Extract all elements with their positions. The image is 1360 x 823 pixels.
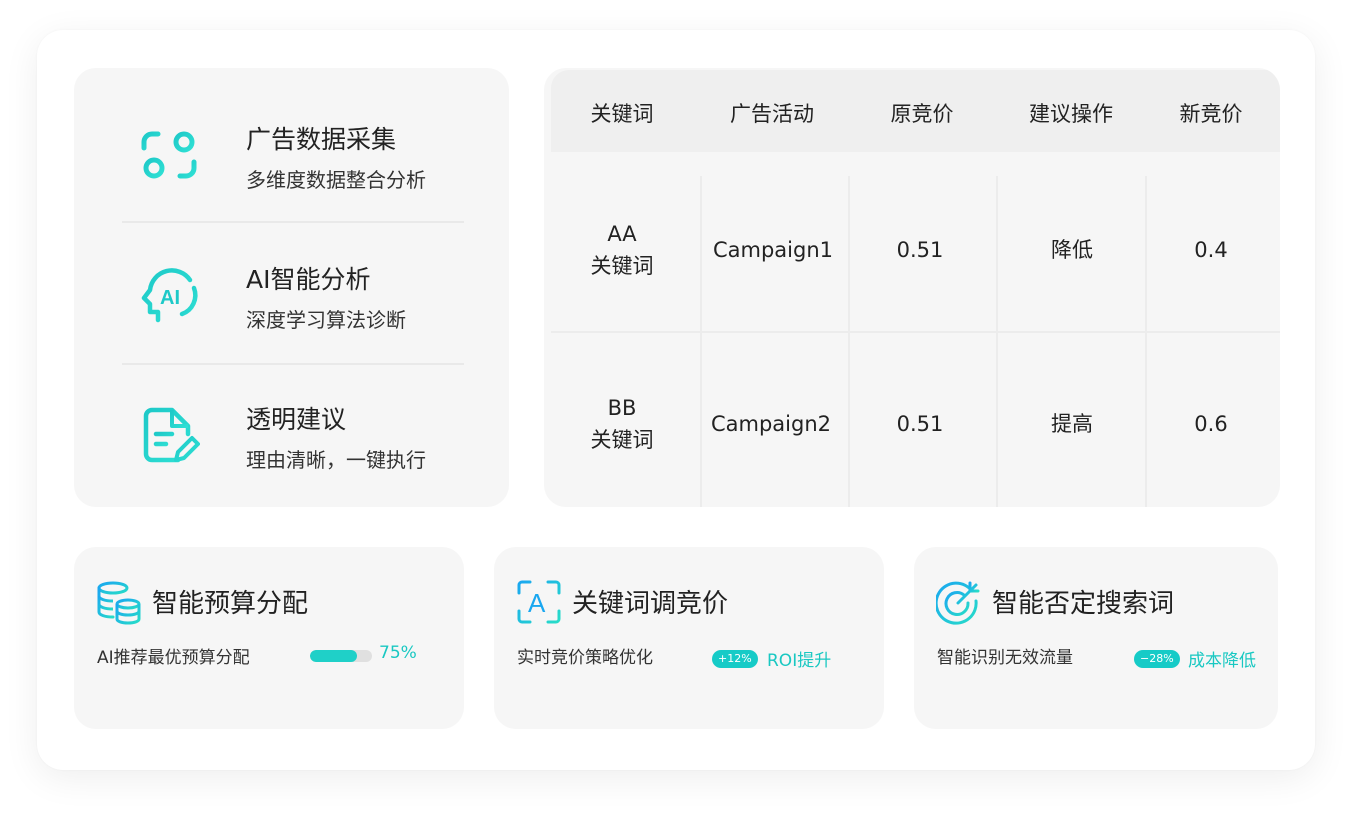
feature-subtitle: 理由清晰，一键执行 (246, 448, 426, 472)
feature-item-data-collect: 广告数据采集 多维度数据整合分析 (122, 102, 464, 222)
feature-title: 广告数据采集 (246, 125, 397, 154)
bid-table-card: 关键词 广告活动 原竞价 建议操作 新竞价 AA 关键词 Campaign1 0… (544, 68, 1280, 507)
roi-change-badge: +12% (712, 650, 758, 668)
card-subtitle: 实时竞价策略优化 (517, 648, 653, 668)
budget-progress-bar (310, 650, 372, 662)
column-header-campaign: 广告活动 (730, 102, 814, 126)
feature-divider (122, 363, 464, 365)
keyword-frame-letter: A (528, 588, 546, 618)
feature-item-ai-analysis: AI AI智能分析 深度学习算法诊断 (122, 242, 464, 362)
cell-new-bid: 0.6 (1194, 412, 1228, 436)
column-header-new-bid: 新竞价 (1179, 102, 1243, 126)
column-divider (700, 176, 702, 507)
column-header-old-bid: 原竞价 (890, 102, 954, 126)
cell-new-bid: 0.4 (1194, 238, 1228, 262)
cell-action: 降低 (1051, 238, 1093, 262)
budget-progress-fill (310, 650, 357, 662)
cell-keyword-line2: 关键词 (590, 428, 654, 452)
feature-list-card: 广告数据采集 多维度数据整合分析 AI AI智能分析 深度学习算法诊断 透明建议… (74, 68, 509, 507)
feature-subtitle: 深度学习算法诊断 (246, 308, 406, 332)
cell-keyword-line1: AA (607, 222, 637, 246)
cell-keyword-line2: 关键词 (590, 254, 654, 278)
feature-title: 透明建议 (246, 405, 347, 434)
cell-campaign: Campaign1 (712, 238, 834, 262)
cell-old-bid: 0.51 (896, 238, 944, 262)
cell-action: 提高 (1051, 412, 1093, 436)
card-subtitle: AI推荐最优预算分配 (97, 648, 250, 668)
data-collect-icon (141, 131, 197, 179)
database-stack-icon (97, 581, 141, 625)
cost-highlight-text: 成本降低 (1188, 651, 1256, 671)
cost-change-badge: −28% (1134, 650, 1180, 668)
cell-old-bid: 0.51 (896, 412, 944, 436)
column-divider (996, 176, 998, 507)
budget-allocation-card: 智能预算分配 AI推荐最优预算分配 75% (74, 547, 464, 729)
column-header-action: 建议操作 (1029, 102, 1113, 126)
column-header-keyword: 关键词 (590, 102, 654, 126)
ai-head-icon: AI (141, 268, 198, 323)
feature-subtitle: 多维度数据整合分析 (246, 168, 426, 192)
negative-keyword-card: 智能否定搜索词 智能识别无效流量 −28% 成本降低 (914, 547, 1278, 729)
feature-item-transparent-advice: 透明建议 理由清晰，一键执行 (122, 382, 464, 502)
feature-title: AI智能分析 (246, 265, 371, 294)
card-title: 关键词调竞价 (572, 589, 729, 619)
column-divider (1145, 176, 1147, 507)
row-divider (551, 331, 1280, 333)
card-subtitle: 智能识别无效流量 (937, 648, 1073, 668)
card-title: 智能预算分配 (152, 589, 309, 619)
ai-icon-letters: AI (160, 287, 180, 309)
target-arrow-icon (936, 581, 980, 625)
keyword-frame-icon: A (517, 580, 561, 624)
column-divider (848, 176, 850, 507)
keyword-bidding-card: A 关键词调竞价 实时竞价策略优化 +12% ROI提升 (494, 547, 884, 729)
feature-divider (122, 221, 464, 223)
roi-highlight-text: ROI提升 (767, 651, 832, 671)
budget-progress-label: 75% (379, 643, 417, 663)
card-title: 智能否定搜索词 (992, 589, 1175, 619)
cell-keyword-line1: BB (607, 396, 637, 420)
cell-campaign: Campaign2 (710, 412, 832, 436)
document-edit-icon (143, 407, 200, 463)
